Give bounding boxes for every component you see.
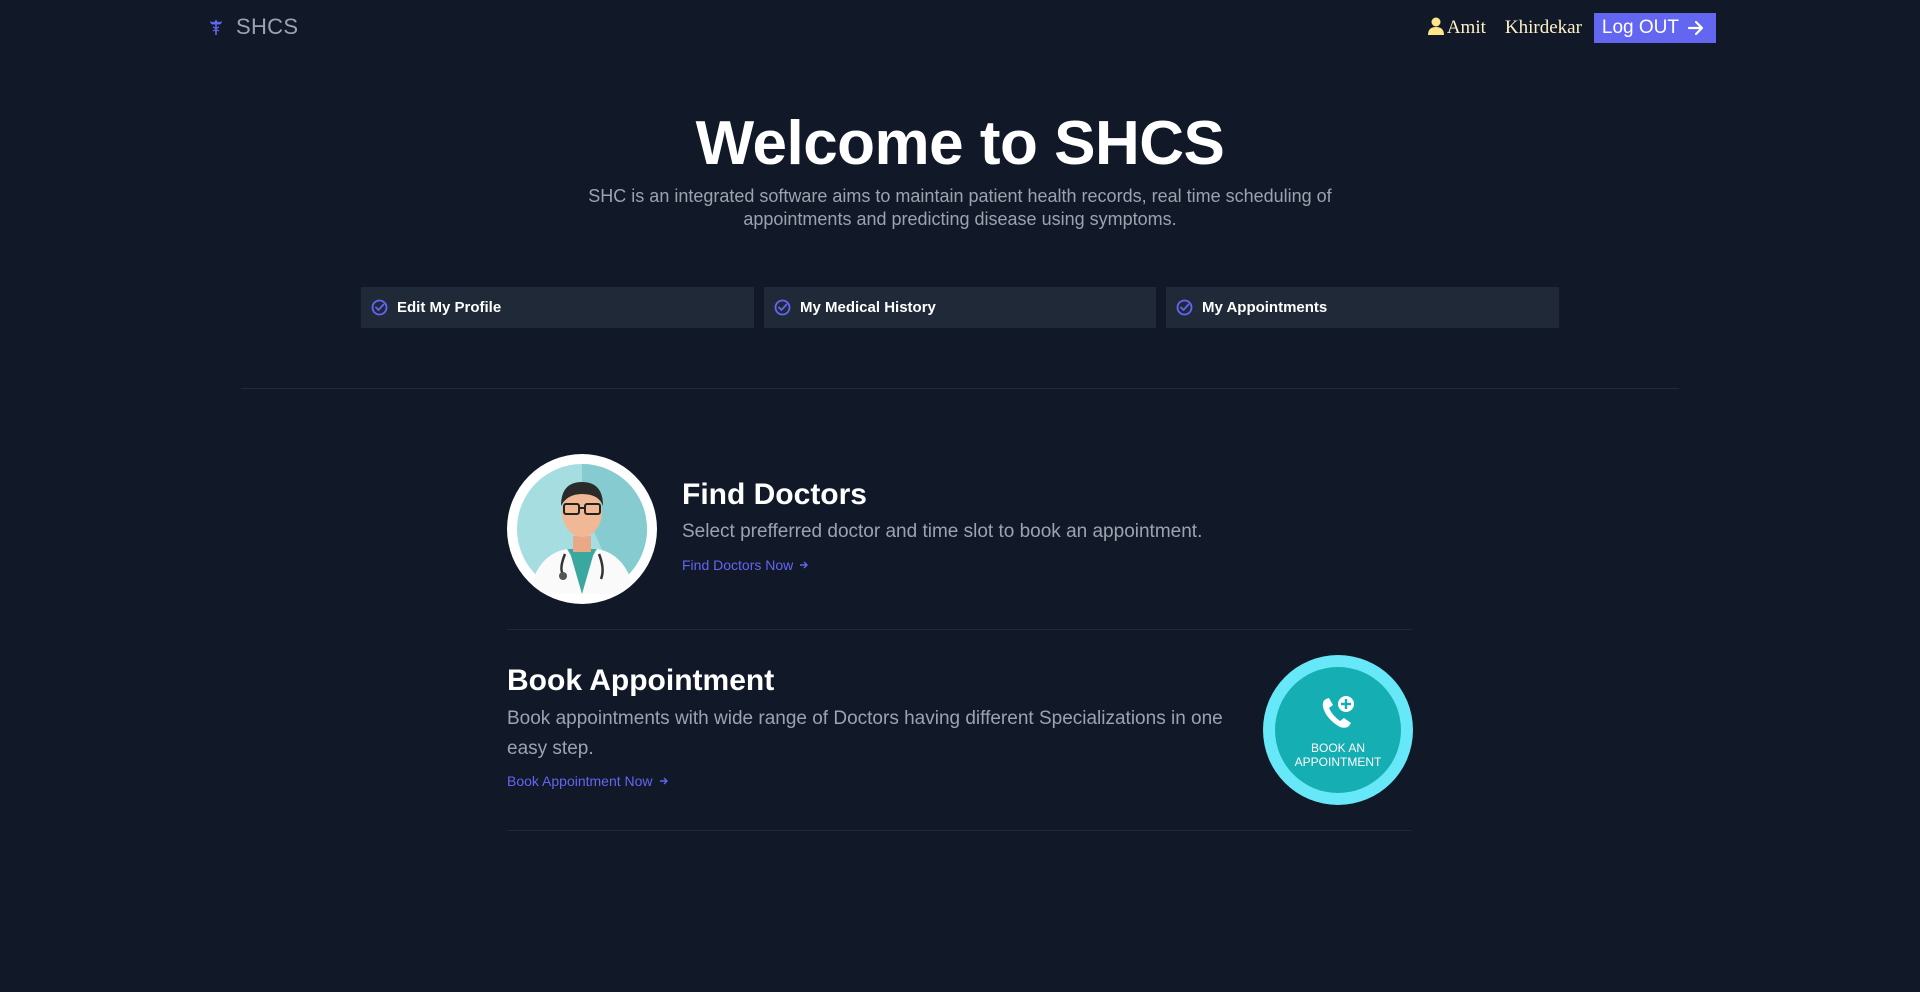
book-appointment-link-label: Book Appointment Now <box>507 773 653 789</box>
user-menu: Amit Khirdekar Log OUT <box>1427 13 1716 43</box>
my-appointments-label: My Appointments <box>1202 299 1328 316</box>
user-first-name: Amit <box>1446 17 1486 38</box>
page-title: Welcome to SHCS <box>695 109 1225 178</box>
find-doctors-description: Select prefferred doctor and time slot t… <box>682 521 1203 542</box>
top-navbar: SHCS Amit Khirdekar Log OUT <box>0 0 1920 60</box>
page-description: SHC is an integrated software aims to ma… <box>588 186 1332 229</box>
phone-plus-icon <box>1322 696 1354 728</box>
arrow-right-icon <box>1687 20 1704 36</box>
book-appointment-badge: BOOK AN APPOINTMENT <box>1263 655 1413 805</box>
logout-label: Log OUT <box>1601 17 1679 38</box>
badge-line-1: BOOK AN <box>1310 741 1366 755</box>
user-last-name: Khirdekar <box>1504 17 1582 38</box>
brand-name: SHCS <box>236 14 299 39</box>
book-appointment-badge-inner: BOOK AN APPOINTMENT <box>1275 667 1401 793</box>
check-circle-icon <box>1176 299 1193 316</box>
arrow-right-icon <box>800 561 809 569</box>
logout-button[interactable]: Log OUT <box>1593 13 1716 43</box>
book-appointment-now-link[interactable]: Book Appointment Now <box>507 773 669 789</box>
find-doctors-now-link[interactable]: Find Doctors Now <box>682 557 809 573</box>
section-divider <box>241 388 1679 389</box>
brand-logo-link[interactable]: SHCS <box>208 14 298 40</box>
medical-history-link[interactable]: My Medical History <box>764 287 1156 328</box>
find-doctors-title: Find Doctors <box>682 478 867 511</box>
book-appointment-title: Book Appointment <box>507 664 775 697</box>
arrow-right-icon <box>659 777 668 785</box>
book-appointment-description: Book appointments with wide range of Doc… <box>507 708 1223 759</box>
medical-history-label: My Medical History <box>800 299 936 316</box>
row-divider <box>507 830 1412 831</box>
badge-line-2: APPOINTMENT <box>1294 755 1382 769</box>
doctor-avatar <box>507 454 657 604</box>
check-circle-icon <box>371 299 388 316</box>
user-icon <box>1427 17 1444 35</box>
doctor-illustration <box>517 464 648 594</box>
my-appointments-link[interactable]: My Appointments <box>1166 287 1559 328</box>
row-divider <box>507 629 1412 630</box>
edit-profile-label: Edit My Profile <box>397 299 502 316</box>
check-circle-icon <box>774 299 791 316</box>
find-doctors-link-label: Find Doctors Now <box>682 557 794 573</box>
caduceus-icon <box>210 20 222 35</box>
edit-profile-link[interactable]: Edit My Profile <box>361 287 754 328</box>
